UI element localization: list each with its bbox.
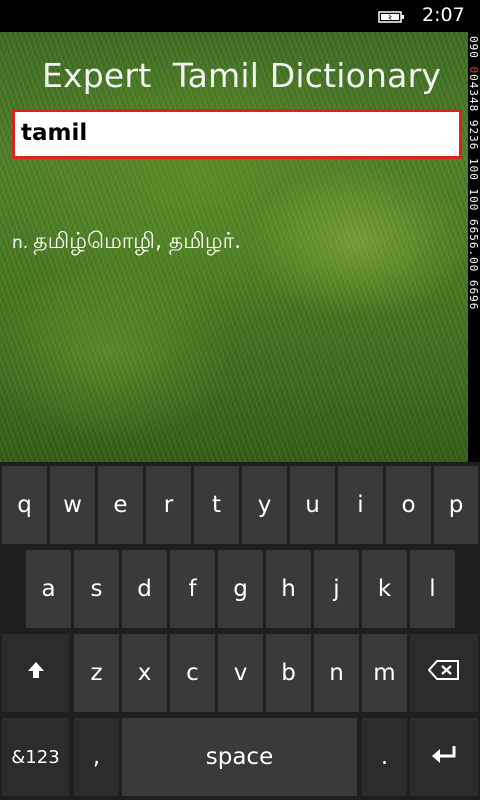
definition-text: தமிழ்மொழி, தமிழர்.: [33, 229, 242, 254]
symbols-key[interactable]: &123: [2, 718, 69, 796]
key-c[interactable]: c: [170, 634, 215, 712]
key-a[interactable]: a: [26, 550, 71, 628]
key-x[interactable]: x: [122, 634, 167, 712]
key-e[interactable]: e: [98, 466, 143, 544]
key-n[interactable]: n: [314, 634, 359, 712]
space-key[interactable]: space: [122, 718, 357, 796]
key-g[interactable]: g: [218, 550, 263, 628]
app-title: Expert Tamil Dictionary: [42, 56, 442, 95]
key-b[interactable]: b: [266, 634, 311, 712]
key-v[interactable]: v: [218, 634, 263, 712]
app-content: Expert Tamil Dictionary tamil n. தமிழ்மொ…: [0, 32, 468, 462]
search-input-value: tamil: [21, 120, 88, 146]
key-o[interactable]: o: [386, 466, 431, 544]
definition-result: n. தமிழ்மொழி, தமிழர்.: [12, 229, 241, 257]
key-f[interactable]: f: [170, 550, 215, 628]
status-bar: 2:07: [0, 0, 480, 32]
period-key[interactable]: .: [362, 718, 407, 796]
battery-charging-icon: [378, 9, 406, 23]
key-u[interactable]: u: [290, 466, 335, 544]
key-q[interactable]: q: [2, 466, 47, 544]
comma-key[interactable]: ,: [74, 718, 119, 796]
key-l[interactable]: l: [410, 550, 455, 628]
key-r[interactable]: r: [146, 466, 191, 544]
key-t[interactable]: t: [194, 466, 239, 544]
backspace-icon: [427, 659, 460, 687]
key-m[interactable]: m: [362, 634, 407, 712]
key-d[interactable]: d: [122, 550, 167, 628]
key-i[interactable]: i: [338, 466, 383, 544]
part-of-speech: n.: [12, 233, 29, 253]
keyboard: q w e r t y u i o p a s d f g h j k l z …: [0, 462, 480, 800]
backspace-key[interactable]: [410, 634, 478, 712]
enter-key[interactable]: [410, 718, 478, 796]
ad-strip[interactable]: 090 004348 9236 100 100 6656.00 6696: [468, 32, 480, 462]
shift-key[interactable]: [2, 634, 69, 712]
ad-strip-text: 090 004348 9236 100 100 6656.00 6696: [468, 36, 480, 311]
key-j[interactable]: j: [314, 550, 359, 628]
search-input[interactable]: tamil: [12, 109, 462, 159]
key-y[interactable]: y: [242, 466, 287, 544]
shift-arrow-icon: [26, 660, 46, 686]
key-s[interactable]: s: [74, 550, 119, 628]
enter-icon: [430, 744, 458, 770]
key-w[interactable]: w: [50, 466, 95, 544]
key-z[interactable]: z: [74, 634, 119, 712]
key-k[interactable]: k: [362, 550, 407, 628]
key-p[interactable]: p: [434, 466, 478, 544]
status-time: 2:07: [422, 4, 465, 26]
key-h[interactable]: h: [266, 550, 311, 628]
